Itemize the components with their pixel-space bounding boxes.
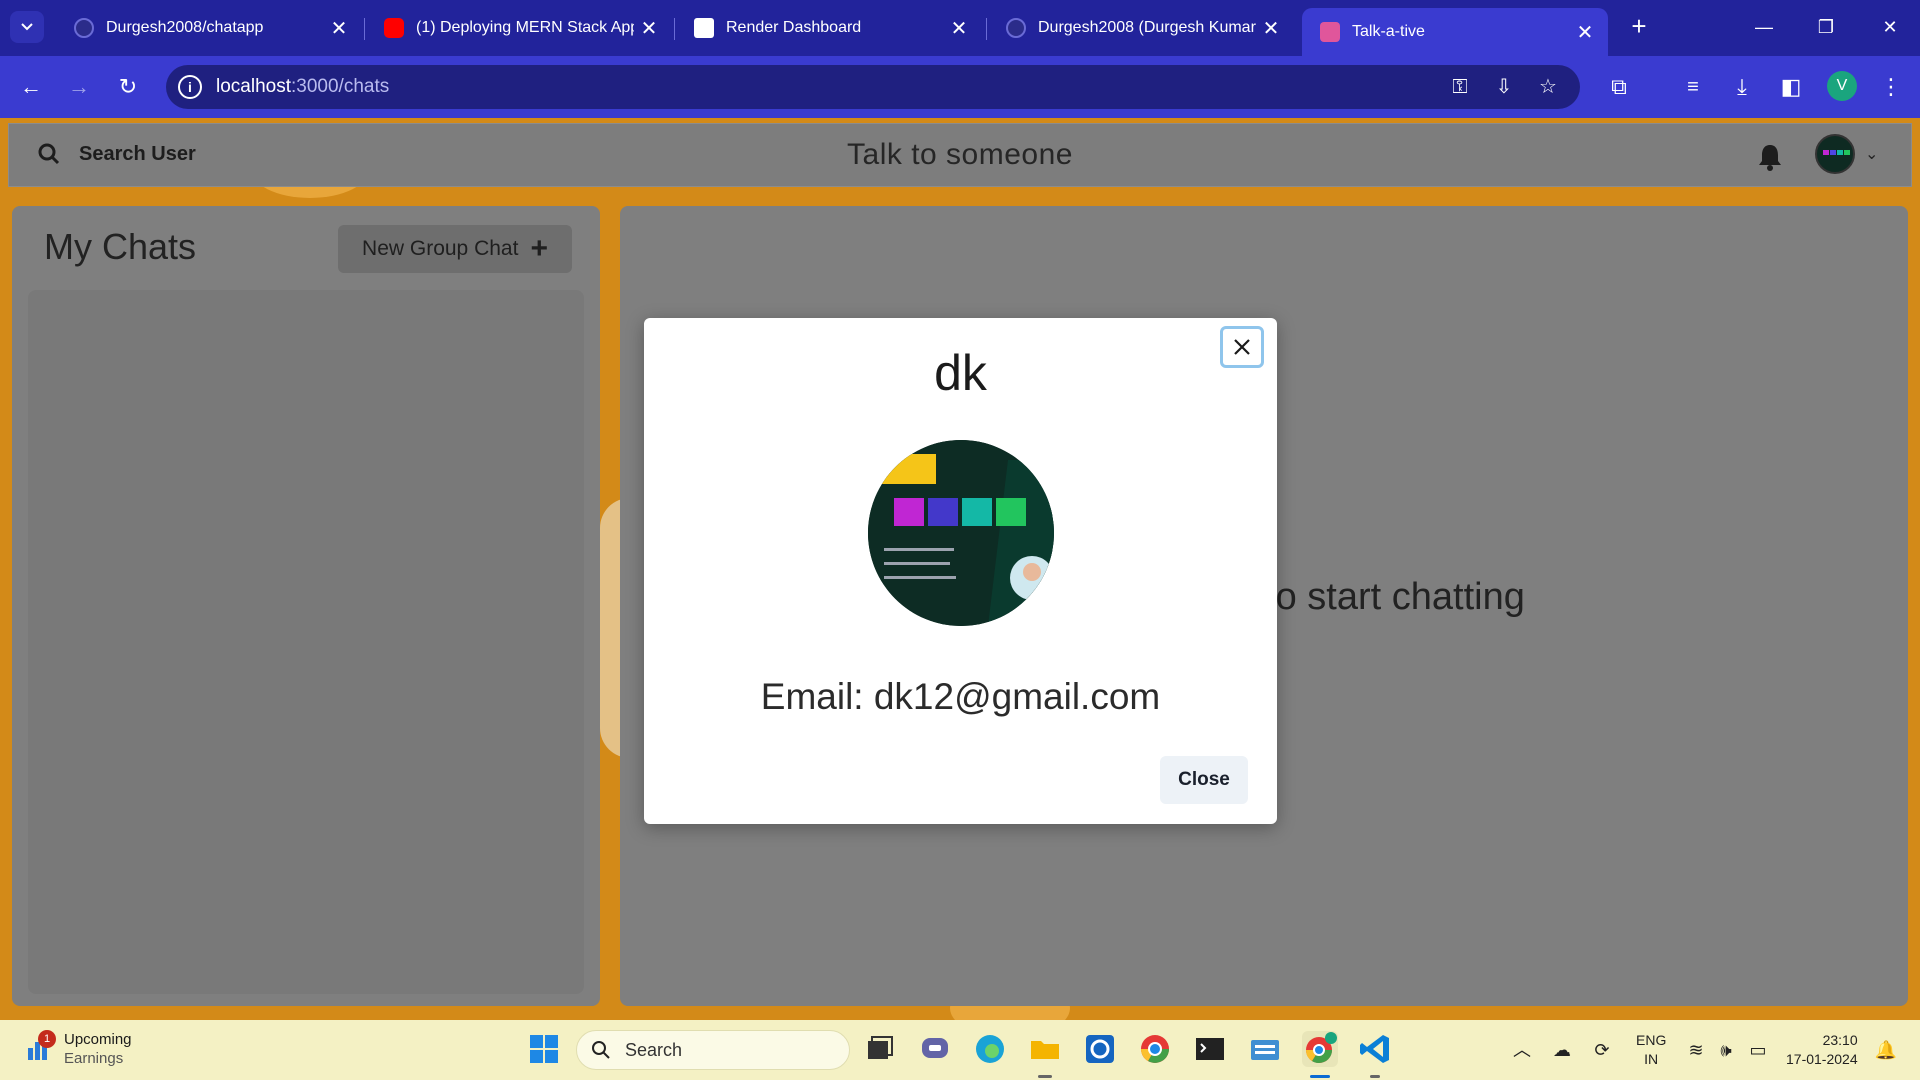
widget-title: Upcoming — [64, 1031, 132, 1048]
browser-tab-bar: Durgesh2008/chatapp ✕ (1) Deploying MERN… — [0, 0, 1920, 56]
menu-kebab-icon[interactable]: ⋮ — [1876, 72, 1906, 102]
stocks-icon: 1 — [26, 1030, 56, 1062]
profile-name: dk — [934, 345, 987, 401]
windows-logo-icon — [530, 1035, 558, 1063]
modal-close-button[interactable]: Close — [1160, 756, 1248, 804]
tab-render-dashboard[interactable]: Render Dashboard ✕ — [676, 8, 982, 48]
tab-divider — [674, 18, 675, 40]
running-indicator — [1038, 1075, 1052, 1078]
tab-title: Talk-a-tive — [1352, 23, 1425, 40]
modal-close-x-button[interactable] — [1220, 326, 1264, 368]
tab-divider — [986, 18, 987, 40]
restore-button[interactable]: ❐ — [1806, 10, 1846, 44]
language-code: ENG — [1636, 1032, 1667, 1048]
taskbar-search-box[interactable]: Search — [576, 1030, 850, 1070]
close-icon — [1234, 339, 1250, 355]
url-text[interactable]: localhost:3000/chats — [216, 76, 389, 98]
vscode-icon[interactable] — [1357, 1031, 1393, 1067]
new-tab-button[interactable]: + — [1624, 12, 1654, 42]
close-tab-icon[interactable]: ✕ — [634, 16, 664, 41]
wifi-icon[interactable]: ≋ — [1684, 1038, 1708, 1062]
extensions-icon[interactable]: ⧉ — [1604, 72, 1634, 102]
volume-icon[interactable]: 🕪 — [1714, 1038, 1738, 1062]
windows-taskbar: 1 Upcoming Earnings Search ︿ ☁ ⟳ ENG IN … — [0, 1020, 1920, 1080]
chrome-profile-icon[interactable] — [1302, 1031, 1338, 1067]
media-control-icon[interactable]: ≡ — [1678, 72, 1708, 102]
task-view-icon[interactable] — [862, 1031, 898, 1067]
tab-talk-a-tive[interactable]: Talk-a-tive ✕ — [1302, 8, 1608, 56]
tab-search-button[interactable] — [10, 11, 44, 43]
back-icon[interactable]: ← — [16, 72, 46, 102]
chrome-icon[interactable] — [1137, 1031, 1173, 1067]
clock-time: 23:10 — [1822, 1032, 1858, 1048]
onedrive-offline-icon[interactable]: ☁ — [1550, 1038, 1574, 1062]
region-code: IN — [1644, 1051, 1659, 1067]
install-app-icon[interactable]: ⇩ — [1490, 75, 1518, 99]
clock-date: 17-01-2024 — [1786, 1051, 1858, 1067]
file-explorer-icon[interactable] — [1027, 1031, 1063, 1067]
start-button[interactable] — [526, 1031, 562, 1067]
talk-a-tive-icon — [1320, 22, 1340, 42]
active-app-indicator — [1310, 1075, 1330, 1078]
weather-widget[interactable]: 1 Upcoming Earnings — [26, 1030, 132, 1068]
keyboard-app-icon[interactable] — [1247, 1031, 1283, 1067]
battery-icon[interactable]: ▭ — [1746, 1038, 1770, 1062]
edge-icon[interactable] — [972, 1031, 1008, 1067]
terminal-icon[interactable] — [1192, 1031, 1228, 1067]
teams-chat-icon[interactable] — [917, 1031, 953, 1067]
tab-title: Render Dashboard — [726, 19, 862, 36]
github-icon — [74, 18, 94, 38]
youtube-icon — [384, 18, 404, 38]
close-tab-icon[interactable]: ✕ — [324, 16, 354, 41]
sync-icon[interactable]: ⟳ — [1590, 1038, 1614, 1062]
minimize-button[interactable]: — — [1744, 10, 1784, 44]
profile-modal: dk Email: dk12@gmail.com Close — [644, 318, 1277, 824]
tab-title: (1) Deploying MERN Stack App t — [416, 19, 634, 36]
site-info-icon[interactable]: i — [178, 75, 202, 99]
tab-github-chatapp[interactable]: Durgesh2008/chatapp ✕ — [56, 8, 362, 48]
tab-divider — [364, 18, 365, 40]
running-indicator — [1370, 1075, 1380, 1078]
close-tab-icon[interactable]: ✕ — [944, 16, 974, 41]
bookmark-star-icon[interactable]: ☆ — [1534, 75, 1562, 99]
side-panel-icon[interactable]: ◧ — [1776, 72, 1806, 102]
render-icon — [694, 18, 714, 38]
taskbar-search-label: Search — [625, 1039, 683, 1060]
github-icon — [1006, 18, 1026, 38]
language-indicator[interactable]: ENG IN — [1636, 1031, 1666, 1069]
search-icon — [592, 1041, 610, 1059]
profile-picture-image — [868, 440, 1054, 626]
store-app-icon[interactable] — [1082, 1031, 1118, 1067]
tab-github-profile[interactable]: Durgesh2008 (Durgesh Kumar) ✕ — [988, 8, 1294, 48]
close-tab-icon[interactable]: ✕ — [1570, 20, 1600, 45]
tab-title: Durgesh2008 (Durgesh Kumar) — [1038, 19, 1256, 36]
profile-email: Email: dk12@gmail.com — [760, 676, 1161, 717]
forward-icon[interactable]: → — [64, 72, 94, 102]
widget-subtitle: Earnings — [64, 1050, 124, 1067]
profile-picture — [868, 440, 1054, 626]
url-path: :3000/chats — [291, 76, 390, 97]
close-window-button[interactable]: ✕ — [1870, 10, 1910, 44]
notification-badge: 1 — [38, 1030, 56, 1048]
tab-youtube[interactable]: (1) Deploying MERN Stack App t ✕ — [366, 8, 672, 48]
close-tab-icon[interactable]: ✕ — [1256, 16, 1286, 41]
browser-toolbar: ← → ↻ i localhost:3000/chats ⚿ ⇩ ☆ ⧉ ≡ ⤓… — [0, 56, 1920, 118]
browser-profile-avatar[interactable]: V — [1827, 71, 1857, 101]
reload-icon[interactable]: ↻ — [113, 72, 143, 102]
password-key-icon[interactable]: ⚿ — [1446, 75, 1474, 99]
tab-title: Durgesh2008/chatapp — [106, 19, 264, 36]
show-hidden-icons[interactable]: ︿ — [1510, 1038, 1534, 1062]
chevron-down-icon — [21, 23, 33, 31]
downloads-icon[interactable]: ⤓ — [1727, 72, 1757, 102]
notification-bell-icon[interactable]: 🔔 — [1874, 1038, 1898, 1062]
url-host: localhost — [216, 76, 291, 97]
address-bar[interactable]: i localhost:3000/chats ⚿ ⇩ ☆ — [166, 65, 1580, 109]
clock[interactable]: 23:10 17-01-2024 — [1786, 1031, 1858, 1069]
